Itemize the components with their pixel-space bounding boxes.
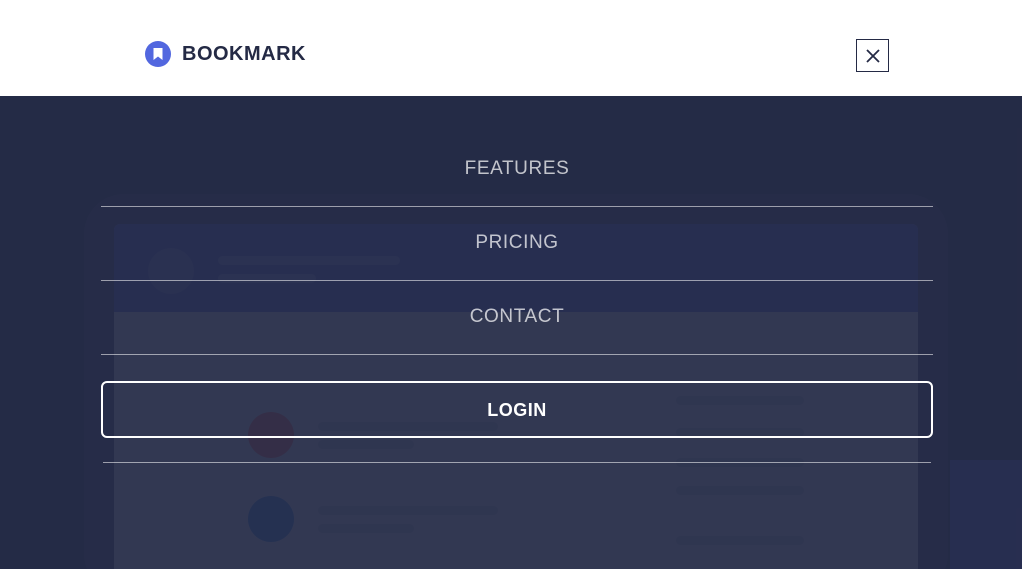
- brand-name: BOOKMARK: [182, 42, 306, 65]
- nav-item-contact[interactable]: CONTACT: [101, 281, 933, 355]
- nav-item-features[interactable]: FEATURES: [101, 133, 933, 207]
- bookmark-icon: [145, 41, 171, 67]
- menu-divider: [103, 462, 931, 463]
- nav-item-pricing[interactable]: PRICING: [101, 207, 933, 281]
- header: BOOKMARK: [0, 0, 1022, 96]
- close-menu-button[interactable]: [856, 39, 889, 72]
- login-button[interactable]: LOGIN: [101, 381, 933, 438]
- mobile-nav-menu: FEATURES PRICING CONTACT LOGIN: [101, 133, 933, 463]
- close-icon: [865, 48, 880, 63]
- brand-logo[interactable]: BOOKMARK: [145, 40, 306, 68]
